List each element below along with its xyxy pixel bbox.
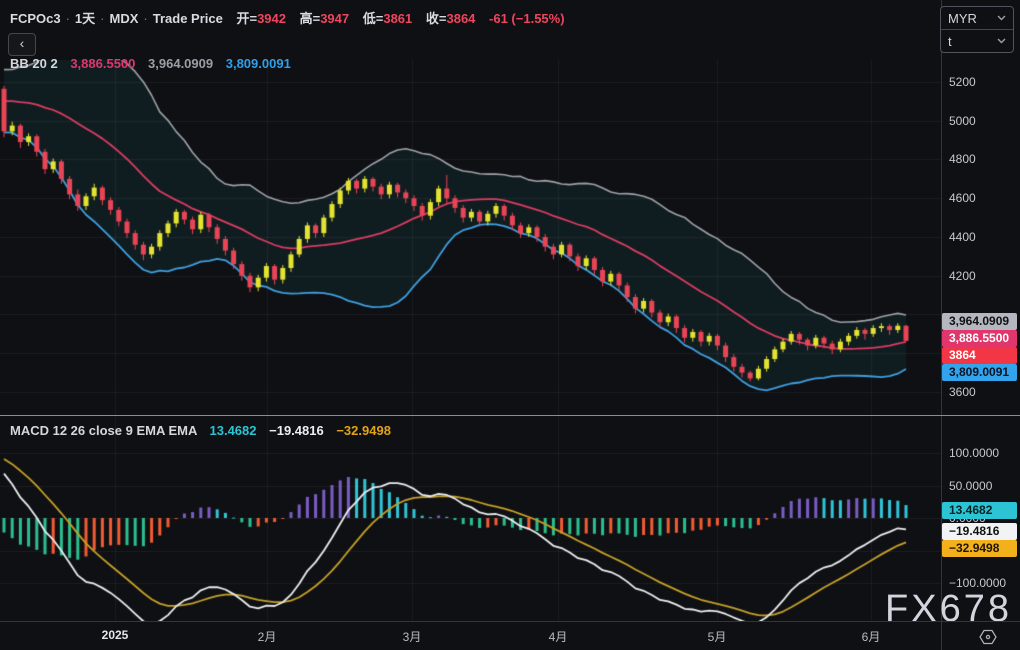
macd-tick-label: 50.0000 bbox=[949, 479, 992, 493]
price-badge: 3,809.0091 bbox=[942, 364, 1017, 381]
unit-value: t bbox=[948, 34, 952, 49]
chevron-down-icon bbox=[997, 38, 1006, 44]
open-value: 3942 bbox=[257, 11, 286, 26]
price-tick-label: 5000 bbox=[949, 114, 976, 128]
time-axis-label: 4月 bbox=[549, 628, 568, 645]
macd-tick-label: 100.0000 bbox=[949, 446, 999, 460]
close-label: 收= bbox=[426, 11, 447, 26]
time-axis-label: 6月 bbox=[862, 628, 881, 645]
close-value: 3864 bbox=[446, 11, 475, 26]
macd-indicator-title[interactable]: MACD 12 26 close 9 EMA EMA bbox=[10, 423, 197, 438]
price-tick-label: 5200 bbox=[949, 75, 976, 89]
chart-window: FCPOc3·1天·MDX·Trade Price 开=3942 高=3947 … bbox=[0, 0, 1020, 650]
separator-dot: · bbox=[100, 11, 104, 26]
macd-badge: −19.4816 bbox=[942, 523, 1017, 540]
price-axis[interactable]: 5200 5000 4800 4600 4400 4200 3600 100.0000 50.0… bbox=[941, 0, 1020, 650]
price-badge: 3864 bbox=[942, 347, 1017, 364]
high-value: 3947 bbox=[320, 11, 349, 26]
bb-lower-value: 3,809.0091 bbox=[226, 56, 291, 71]
chevron-down-icon bbox=[997, 15, 1006, 21]
time-axis-label: 2月 bbox=[258, 628, 277, 645]
exchange-label: MDX bbox=[110, 11, 139, 26]
chart-header: FCPOc3·1天·MDX·Trade Price 开=3942 高=3947 … bbox=[10, 8, 565, 27]
symbol-title[interactable]: FCPOc3 bbox=[10, 11, 61, 26]
price-tick-label: 4600 bbox=[949, 191, 976, 205]
price-source-label: Trade Price bbox=[153, 11, 223, 26]
chevron-left-icon: ‹ bbox=[20, 35, 25, 51]
price-tick-label: 4200 bbox=[949, 269, 976, 283]
pane-divider[interactable] bbox=[0, 415, 1020, 416]
price-tick-label: 4400 bbox=[949, 230, 976, 244]
bb-middle-value: 3,886.5500 bbox=[70, 56, 135, 71]
price-badge: 3,886.5500 bbox=[942, 330, 1017, 347]
macd-signal-value: −32.9498 bbox=[336, 423, 391, 438]
price-tick-label: 3600 bbox=[949, 385, 976, 399]
macd-line-value: −19.4816 bbox=[269, 423, 324, 438]
bb-indicator-title[interactable]: BB 20 2 bbox=[10, 56, 58, 71]
hexagon-settings-icon bbox=[979, 629, 997, 645]
time-axis-label: 5月 bbox=[708, 628, 727, 645]
currency-dropdown[interactable]: MYR bbox=[941, 7, 1013, 29]
macd-legend: MACD 12 26 close 9 EMA EMA 13.4682 −19.4… bbox=[10, 423, 391, 438]
currency-panel: MYR t bbox=[940, 6, 1014, 53]
unit-dropdown[interactable]: t bbox=[941, 29, 1013, 52]
back-button[interactable]: ‹ bbox=[8, 33, 36, 56]
macd-badge: −32.9498 bbox=[942, 540, 1017, 557]
macd-hist-value: 13.4682 bbox=[210, 423, 257, 438]
bb-upper-value: 3,964.0909 bbox=[148, 56, 213, 71]
time-axis[interactable]: 2025 2月 3月 4月 5月 6月 bbox=[0, 622, 1020, 650]
time-axis-label: 3月 bbox=[403, 628, 422, 645]
bb-legend: BB 20 2 3,886.5500 3,964.0909 3,809.0091 bbox=[10, 56, 291, 71]
separator-dot: · bbox=[143, 11, 147, 26]
high-label: 高= bbox=[300, 11, 321, 26]
low-label: 低= bbox=[363, 11, 384, 26]
price-badge: 3,964.0909 bbox=[942, 313, 1017, 330]
currency-value: MYR bbox=[948, 11, 977, 26]
price-tick-label: 4800 bbox=[949, 152, 976, 166]
open-label: 开= bbox=[236, 11, 257, 26]
chart-settings-button[interactable] bbox=[979, 629, 997, 645]
change-value: -61 (−1.55%) bbox=[489, 11, 565, 26]
macd-badge: 13.4682 bbox=[942, 502, 1017, 519]
separator-dot: · bbox=[66, 11, 70, 26]
time-axis-label: 2025 bbox=[102, 628, 129, 642]
low-value: 3861 bbox=[383, 11, 412, 26]
price-chart-canvas[interactable] bbox=[0, 60, 941, 621]
interval-label[interactable]: 1天 bbox=[75, 11, 95, 26]
